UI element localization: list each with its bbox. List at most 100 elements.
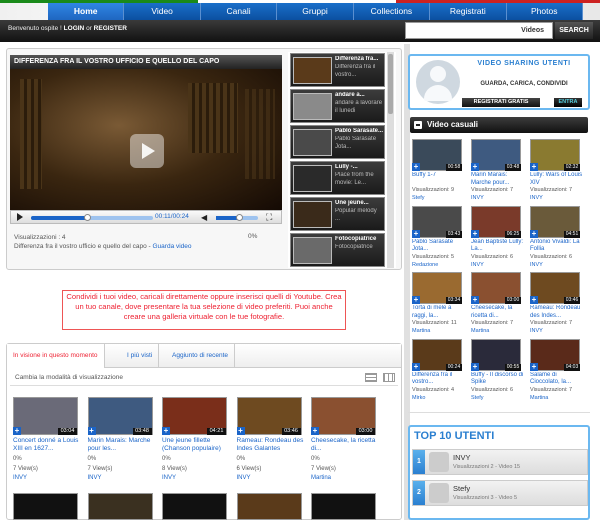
playlist-scroll-thumb[interactable] (388, 54, 393, 114)
video-card[interactable]: +03:04 Concert donné a Louis XIII en 1627… (10, 397, 78, 487)
video-user[interactable]: INVY (162, 475, 176, 481)
nav-tab-home[interactable]: Home (48, 3, 125, 20)
search-button[interactable]: SEARCH (555, 22, 593, 39)
random-video-card[interactable]: +03:34 Torta di mele a raggi, la... Visual… (410, 272, 466, 336)
top-user-row[interactable]: 2 Stefy Visualizzazioni 3 - Video 5 (412, 480, 588, 506)
add-icon[interactable]: + (236, 427, 245, 435)
playlist-item[interactable]: Differenza fra... Differenza fra il vostr… (290, 53, 385, 87)
random-video-title[interactable]: Buffy - Il discorso di Spike (471, 372, 527, 387)
register-free-button[interactable]: REGISTRATI GRATIS (462, 98, 540, 107)
add-icon[interactable]: + (530, 296, 538, 304)
random-video-card[interactable]: +06:25 Jean Baptiste Lully: La... Visualiz… (469, 205, 525, 270)
add-icon[interactable]: + (311, 427, 319, 435)
search-scope-select[interactable]: Videos (405, 22, 553, 39)
add-icon[interactable]: + (13, 427, 21, 435)
random-video-card[interactable]: +03:00 Cheesecake, la ricetta di... Visual… (469, 272, 525, 336)
seek-bar[interactable] (31, 214, 153, 221)
playlist-item[interactable]: Pablo Sarasate... Pablo Sarasate Jota... (290, 125, 385, 159)
random-video-title[interactable]: Differenza fra il vostro... (412, 372, 468, 387)
random-video-title[interactable]: Cheesecake, la ricetta di... (471, 305, 527, 320)
random-video-title[interactable]: Rameau: Rondeau des Indes... (530, 305, 586, 320)
random-video-title[interactable]: Torta di mele a raggi, la... (412, 305, 468, 320)
random-video-user[interactable]: Redazione (412, 262, 438, 268)
top-user-row[interactable]: 1 INVY Visualizzazioni 2 - Video 15 (412, 449, 588, 475)
add-icon[interactable]: + (471, 362, 479, 371)
video-title[interactable]: Une jeune fillette (Chanson populaire) (162, 437, 232, 453)
random-video-user[interactable]: Stefy (471, 395, 484, 401)
nav-tab-video[interactable]: Video (124, 3, 201, 20)
random-video-user[interactable]: Martina (530, 395, 548, 401)
video-thumbnail[interactable] (88, 493, 153, 520)
random-video-card[interactable]: +03:48 Marin Marais: Marche pour... Visual… (469, 139, 525, 203)
add-icon[interactable]: + (530, 362, 538, 371)
add-icon[interactable]: + (530, 229, 538, 238)
video-title[interactable]: Rameau: Rondeau des Indes Galantes (237, 437, 307, 453)
add-icon[interactable]: + (471, 163, 479, 171)
video-user[interactable]: INVY (237, 475, 251, 481)
volume-icon[interactable]: ◀ (201, 213, 211, 222)
watch-video-link[interactable]: Guarda video (153, 243, 192, 250)
add-icon[interactable]: + (412, 296, 420, 304)
add-icon[interactable]: + (412, 362, 420, 371)
random-video-title[interactable]: Pablo Sarasate Jota... (412, 239, 468, 254)
add-icon[interactable]: + (471, 296, 479, 304)
random-video-title[interactable]: Lully: Wars of Louis XIV (530, 172, 586, 187)
volume-bar[interactable] (216, 214, 258, 221)
add-icon[interactable]: + (162, 427, 170, 435)
add-icon[interactable]: + (530, 163, 538, 171)
random-video-card[interactable]: +03:46 Rameau: Rondeau des Indes... Visual… (528, 272, 584, 336)
random-video-user[interactable]: INVY (530, 195, 543, 201)
random-video-card[interactable]: +00:55 Buffy - Il discorso di Spike Visual… (469, 338, 527, 403)
random-video-user[interactable]: INVY (530, 328, 543, 334)
random-video-user[interactable]: INVY (471, 195, 484, 201)
random-video-card[interactable]: +04:03 Salame di Cioccolato, la... Visuali… (528, 338, 586, 403)
playlist-item[interactable]: Fotocopiatrice Fotocopiatrice (290, 233, 385, 267)
random-video-user[interactable]: INVY (471, 262, 484, 268)
play-overlay-icon[interactable] (130, 134, 164, 168)
nav-tab-gruppi[interactable]: Gruppi (277, 3, 354, 20)
playlist-item[interactable]: Une jeune... Popular melody ... (290, 197, 385, 231)
random-video-title[interactable]: Antonio Vivaldi: La Follia (530, 239, 586, 254)
random-video-card[interactable]: +02:32 Lully: Wars of Louis XIV Visualizza… (528, 139, 584, 203)
tab-recently-added[interactable]: Aggiunto di recente (166, 344, 236, 368)
video-card[interactable]: +03:48 Marin Marais: Marche pour les... 0%… (85, 397, 153, 487)
enter-button[interactable]: ENTRA (554, 98, 582, 107)
playlist-item[interactable]: andare a... andare a lavorare il lunedi (290, 89, 385, 123)
video-user[interactable]: INVY (88, 475, 102, 481)
grid-view-icon[interactable] (383, 373, 395, 382)
fullscreen-icon[interactable]: ⛶ (266, 212, 276, 222)
add-icon[interactable]: + (87, 427, 96, 435)
random-video-title[interactable]: Salame di Cioccolato, la... (530, 372, 586, 387)
random-video-card[interactable]: +00:58 Buffy 1-7 Visualizzazioni: 9 Stefy (410, 139, 466, 203)
tab-most-viewed[interactable]: I più visti (121, 344, 160, 368)
video-title[interactable]: Marin Marais: Marche pour les... (88, 437, 158, 453)
seek-handle[interactable] (84, 214, 92, 221)
video-card[interactable]: +03:46 Rameau: Rondeau des Indes Galantes… (234, 397, 303, 487)
nav-tab-collections[interactable]: Collections (353, 3, 431, 20)
video-thumbnail[interactable] (13, 493, 78, 520)
volume-handle[interactable] (236, 214, 244, 221)
list-view-icon[interactable] (365, 373, 377, 382)
playlist-scrollbar[interactable] (387, 52, 394, 268)
nav-tab-registrati[interactable]: Registrati (430, 3, 507, 20)
random-video-user[interactable]: INVY (530, 262, 543, 268)
play-icon[interactable] (17, 213, 23, 221)
random-video-card[interactable]: +00:24 Differenza fra il vostro... Visuali… (410, 338, 468, 403)
video-thumbnail[interactable] (162, 493, 227, 520)
random-video-user[interactable]: Martina (471, 328, 489, 334)
video-user[interactable]: Martina (311, 475, 331, 481)
top-user-name[interactable]: INVY (453, 453, 471, 462)
video-title[interactable]: Cheesecake, la ricetta di... (311, 437, 381, 453)
random-video-user[interactable]: Martina (412, 328, 430, 334)
add-icon[interactable]: + (471, 229, 479, 238)
random-video-title[interactable]: Buffy 1-7 (412, 172, 468, 187)
nav-tab-photos[interactable]: Photos (506, 3, 583, 20)
playlist-item[interactable]: Lully -... Place from the movie: Le... (290, 161, 385, 195)
random-video-user[interactable]: Stefy (412, 195, 425, 201)
top-user-name[interactable]: Stefy (453, 484, 470, 493)
random-video-card[interactable]: +04:51 Antonio Vivaldi: La Follia Visualiz… (528, 205, 586, 270)
video-thumbnail[interactable] (311, 493, 376, 520)
video-card[interactable]: +03:00 Cheesecake, la ricetta di... 0% 7 Vi… (308, 397, 376, 487)
random-video-card[interactable]: +03:43 Pablo Sarasate Jota... Visualizzazi… (410, 205, 468, 270)
login-link[interactable]: LOGIN (64, 25, 85, 32)
